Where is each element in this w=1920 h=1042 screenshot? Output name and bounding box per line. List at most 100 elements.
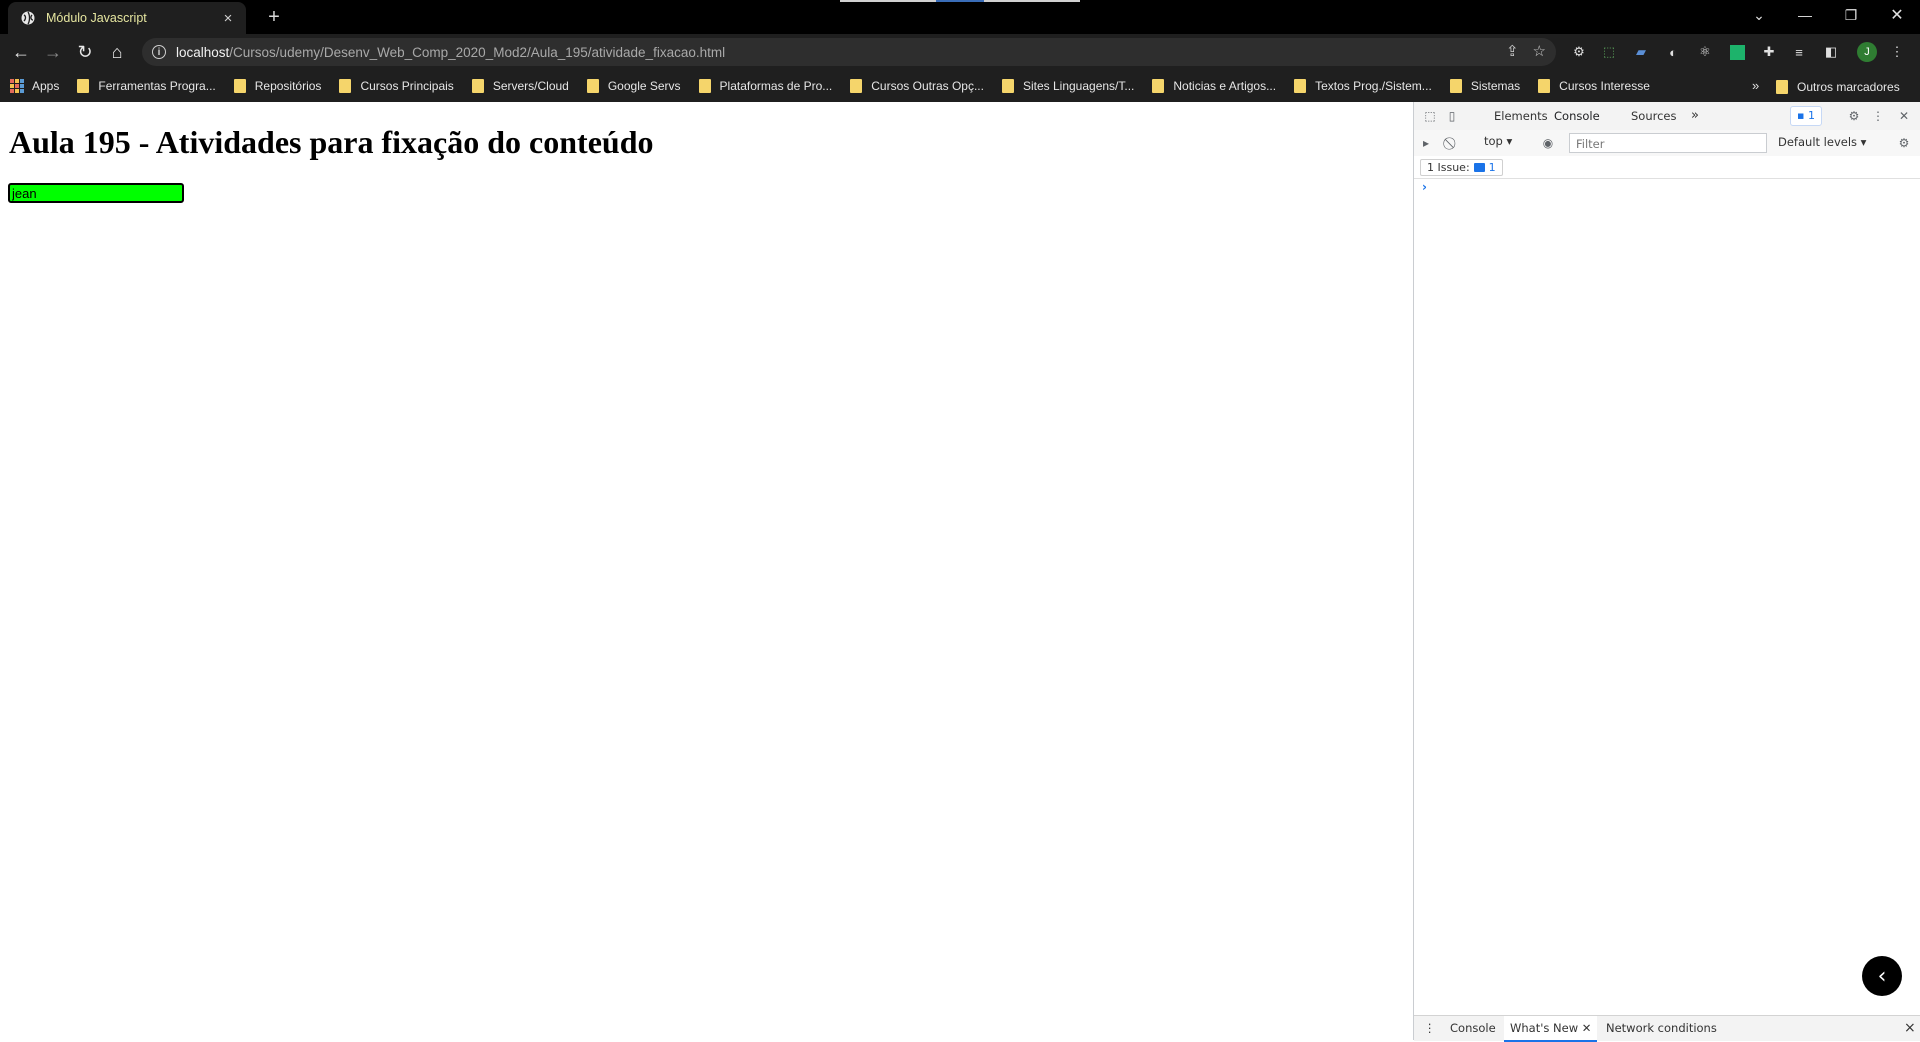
drawer-tab-whats-new[interactable]: What's New ✕ [1504,1016,1598,1042]
live-expression-eye-icon[interactable]: ◉ [1540,135,1556,151]
minimize-button[interactable]: — [1782,0,1828,30]
device-toolbar-icon[interactable]: ▯ [1444,108,1460,124]
close-window-button[interactable]: ✕ [1874,0,1920,30]
more-tabs-button[interactable]: » [1691,102,1699,130]
close-devtools-icon[interactable]: ✕ [1896,108,1912,124]
extension-circle-icon[interactable]: ◐ [1664,43,1682,61]
context-selector[interactable]: top ▾ [1484,134,1512,148]
tab-sources[interactable]: Sources [1631,102,1677,130]
bookmark-label: Textos Prog./Sistem... [1315,79,1432,93]
address-bar[interactable]: i localhost/Cursos/udemy/Desenv_Web_Comp… [142,38,1556,66]
site-info-icon[interactable]: i [152,45,166,59]
issues-label: 1 Issue: [1427,161,1470,174]
extension-gear-icon[interactable]: ⚙ [1570,43,1588,61]
tab-close-button[interactable]: × [216,10,240,27]
reload-button[interactable]: ↻ [72,39,98,65]
collapse-chevron-button[interactable]: ‹ [1862,956,1902,996]
dropdown-arrow-icon: ▾ [1506,134,1513,148]
folder-icon [1001,79,1014,93]
page-heading: Aula 195 - Atividades para fixação do co… [9,124,654,160]
close-drawer-icon[interactable]: × [1904,1016,1916,1040]
bookmark-label: Noticias e Artigos... [1173,79,1277,93]
apps-grid-icon [10,79,24,93]
browser-tab-active[interactable]: Módulo Javascript × [8,2,246,34]
messages-badge[interactable]: ▪ 1 [1790,106,1822,126]
tab-strip: Módulo Javascript × + ⌄ — ❐ ✕ [0,0,1920,34]
reading-list-icon[interactable]: ≡ [1790,43,1808,61]
console-toolbar: ▸ ⃠ top ▾ ◉ Filter Default levels ▾ ⚙ [1414,130,1920,157]
drawer-menu-icon[interactable]: ⋮ [1424,1016,1436,1040]
tab-search-icon[interactable]: ⌄ [1736,0,1782,30]
bookmark-folder[interactable]: Sistemas [1449,79,1521,93]
bookmark-folder[interactable]: Servers/Cloud [471,79,569,93]
issues-button[interactable]: 1 Issue: 1 [1420,159,1503,176]
bookmark-label: Sistemas [1470,79,1521,93]
issues-count: 1 [1488,161,1496,174]
console-prompt[interactable]: › [1422,180,1427,194]
restore-button[interactable]: ❐ [1828,0,1874,30]
drawer-tab-network-conditions[interactable]: Network conditions [1606,1016,1717,1040]
forward-button[interactable]: → [40,39,66,65]
log-levels-dropdown[interactable]: Default levels ▾ [1778,135,1866,149]
page-viewport: Aula 195 - Atividades para fixação do co… [0,102,1413,1040]
bookmarks-overflow-button[interactable]: » [1752,78,1759,93]
home-button[interactable]: ⌂ [104,39,130,65]
tab-elements[interactable]: Elements [1494,102,1548,130]
back-button[interactable]: ← [8,39,34,65]
extension-green-square-icon[interactable] [1728,43,1746,61]
devtools-menu-icon[interactable]: ⋮ [1870,108,1886,124]
bookmark-folder[interactable]: Repositórios [233,79,322,93]
bookmark-folder[interactable]: Sites Linguagens/T... [1001,79,1134,93]
message-count: 1 [1807,109,1815,122]
bookmark-folder[interactable]: Cursos Interesse [1538,79,1650,93]
bookmark-folder[interactable]: Google Servs [586,79,681,93]
extensions-puzzle-icon[interactable]: ✚ [1760,43,1778,61]
folder-icon [233,79,246,93]
drawer-tab-console[interactable]: Console [1450,1016,1496,1040]
log-levels-label: Default levels [1778,135,1858,149]
issues-bar: 1 Issue: 1 [1414,156,1920,179]
chevron-left-icon: ‹ [1877,963,1887,989]
tab-console[interactable]: Console [1554,102,1600,132]
extension-tab-icon[interactable]: ▰ [1632,43,1650,61]
share-icon[interactable]: ⇪ [1506,42,1519,60]
devtools-tabbar: ⬚ ▯ Elements Console Sources » ▪ 1 ⚙ ⋮ ✕ [1414,102,1920,132]
inspect-element-icon[interactable]: ⬚ [1422,108,1438,124]
bookmark-folder[interactable]: Textos Prog./Sistem... [1294,79,1432,93]
name-input[interactable] [8,183,184,203]
devtools-panel: ⬚ ▯ Elements Console Sources » ▪ 1 ⚙ ⋮ ✕… [1413,102,1920,1042]
side-panel-icon[interactable]: ◧ [1822,43,1840,61]
bookmark-label: Servers/Cloud [492,79,569,93]
bookmark-apps[interactable]: Apps [10,79,59,93]
bookmark-label: Repositórios [254,79,322,93]
folder-icon [471,79,484,93]
bookmark-folder[interactable]: Plataformas de Pro... [698,79,832,93]
bookmark-folder[interactable]: Cursos Outras Opç... [850,79,984,93]
message-icon: ▪ [1797,109,1808,122]
folder-icon [1152,79,1165,93]
folder-icon [1294,79,1307,93]
settings-gear-icon[interactable]: ⚙ [1846,108,1862,124]
console-settings-icon[interactable]: ⚙ [1896,135,1912,151]
folder-icon [850,79,863,93]
new-tab-button[interactable]: + [262,6,286,30]
other-bookmarks-folder[interactable]: Outros marcadores [1776,80,1900,94]
bookmarks-bar: Apps Ferramentas Progra... Repositórios … [0,70,1920,102]
profile-avatar[interactable]: J [1857,42,1877,62]
context-value: top [1484,134,1503,148]
bookmark-folder[interactable]: Cursos Principais [339,79,454,93]
bookmark-folder[interactable]: Noticias e Artigos... [1152,79,1276,93]
extension-react-icon[interactable]: ⚛ [1696,43,1714,61]
dropdown-arrow-icon: ▾ [1860,135,1867,149]
console-filter-input[interactable]: Filter [1569,133,1767,153]
folder-icon [1449,79,1462,93]
extension-screenshot-icon[interactable]: ⬚ [1600,43,1618,61]
close-tab-icon[interactable]: ✕ [1582,1021,1592,1035]
sidebar-toggle-icon[interactable]: ▸ [1418,135,1434,151]
clear-console-icon[interactable]: ⃠ [1444,135,1460,151]
globe-icon [20,10,36,26]
bookmark-folder[interactable]: Ferramentas Progra... [77,79,216,93]
browser-menu-icon[interactable]: ⋮ [1888,43,1906,61]
issue-message-icon [1473,163,1485,172]
bookmark-star-icon[interactable]: ☆ [1533,42,1546,60]
